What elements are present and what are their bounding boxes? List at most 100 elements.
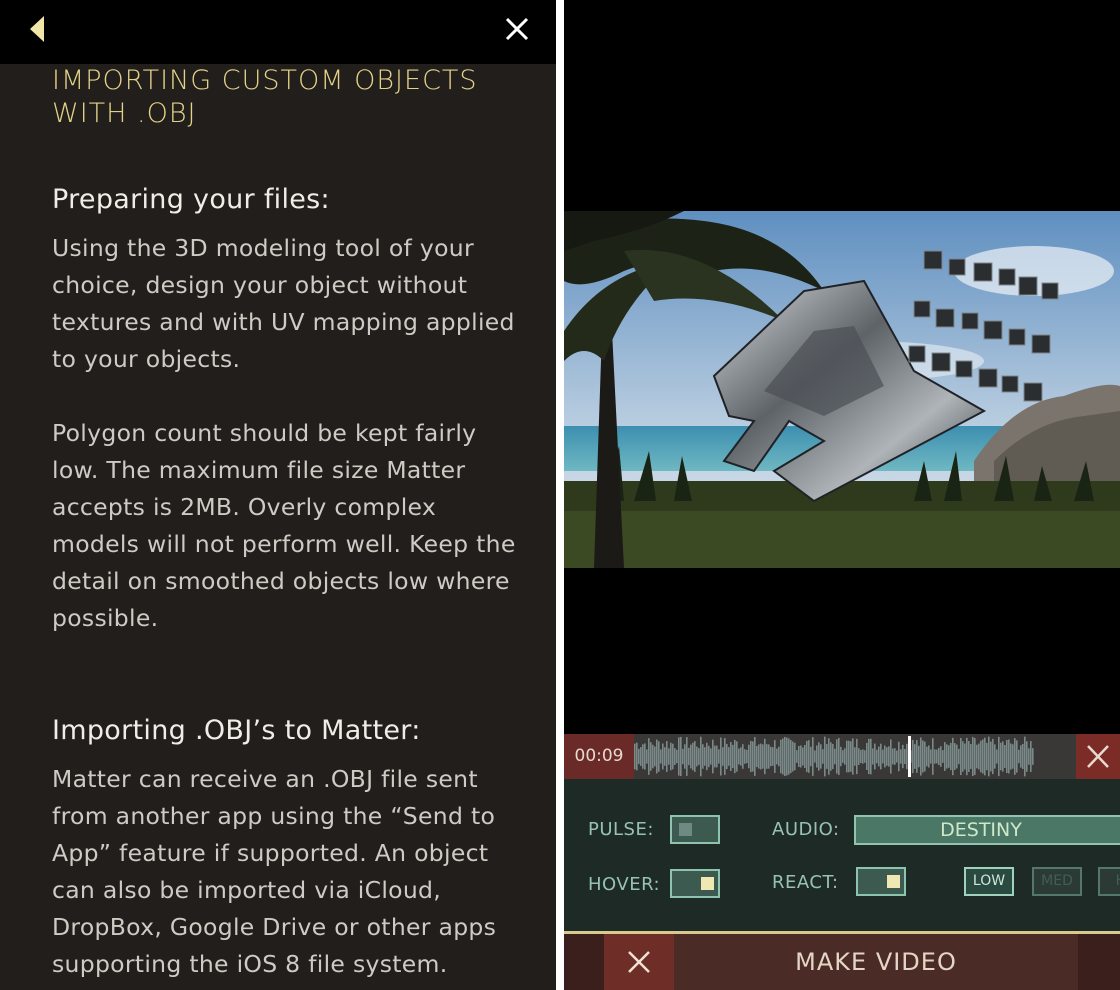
waveform-bar: [668, 748, 670, 765]
waveform-bar: [764, 738, 766, 775]
waveform-bar: [660, 749, 662, 764]
waveform-bar: [822, 749, 824, 764]
level-hi-button[interactable]: HI: [1098, 867, 1120, 896]
waveform-bar: [784, 736, 786, 777]
waveform-bar: [1016, 740, 1018, 773]
waveform-bar: [758, 744, 760, 769]
waveform-bar: [674, 748, 676, 765]
waveform-bar: [646, 749, 648, 764]
waveform-bar: [1022, 743, 1024, 770]
waveform-bar: [688, 747, 690, 766]
waveform-bar: [808, 740, 810, 773]
waveform-bar: [1000, 742, 1002, 771]
react-toggle[interactable]: [856, 867, 906, 896]
waveform-bar: [766, 744, 768, 769]
waveform-bar: [812, 737, 814, 776]
waveform-bar: [658, 741, 660, 772]
waveform-bar: [1004, 745, 1006, 768]
waveform-bar: [886, 747, 888, 766]
scene-preview[interactable]: [564, 211, 1120, 568]
waveform-bar: [706, 742, 708, 771]
audio-track-select[interactable]: DESTINY: [854, 815, 1120, 845]
back-arrow-icon[interactable]: [28, 14, 52, 44]
waveform-bar: [1014, 738, 1016, 775]
waveform-bar: [650, 742, 652, 771]
hover-label: HOVER:: [588, 874, 661, 895]
close-icon[interactable]: [502, 14, 532, 44]
cancel-close-icon[interactable]: [604, 934, 674, 990]
waveform-bar: [888, 746, 890, 767]
audio-waveform[interactable]: [634, 734, 1076, 779]
waveform-bar: [756, 745, 758, 768]
waveform-bar: [894, 748, 896, 765]
video-editor-panel: 00:09 PULSE: AUDIO: DESTINY HOVER: REACT…: [564, 0, 1120, 990]
waveform-bar: [770, 746, 772, 767]
hover-toggle[interactable]: [670, 869, 720, 898]
waveform-bar: [914, 744, 916, 769]
waveform-bar: [930, 749, 932, 764]
waveform-bar: [842, 750, 844, 763]
waveform-bar: [762, 744, 764, 769]
bottom-bar-edge: [564, 934, 604, 990]
pulse-toggle[interactable]: [670, 815, 720, 844]
waveform-bar: [1010, 743, 1012, 770]
waveform-bar: [830, 742, 832, 771]
waveform-bar: [786, 737, 788, 776]
level-med-button[interactable]: MED: [1032, 867, 1082, 896]
waveform-bar: [780, 739, 782, 774]
waveform-bar: [912, 739, 914, 774]
waveform-bar: [710, 748, 712, 765]
audio-timeline[interactable]: 00:09: [564, 734, 1120, 779]
waveform-bar: [926, 746, 928, 767]
waveform-bar: [928, 745, 930, 768]
paragraph-modeling: Using the 3D modeling tool of your choic…: [52, 234, 515, 373]
waveform-bar: [846, 740, 848, 773]
waveform-bar: [1012, 744, 1014, 769]
paragraph-importing: Matter can receive an .OBJ file sent fro…: [52, 765, 497, 978]
waveform-bar: [858, 748, 860, 765]
waveform-bar: [934, 749, 936, 764]
timeline-close-icon[interactable]: [1076, 734, 1120, 779]
waveform-bar: [804, 744, 806, 769]
waveform-bar: [732, 744, 734, 769]
waveform-bar: [816, 745, 818, 768]
make-video-button[interactable]: MAKE VIDEO: [674, 934, 1078, 990]
waveform-bar: [996, 749, 998, 764]
waveform-bar: [714, 745, 716, 768]
bottom-action-bar: MAKE VIDEO: [564, 934, 1120, 990]
playhead[interactable]: [908, 736, 911, 777]
level-low-button[interactable]: LOW: [964, 867, 1014, 896]
waveform-bar: [672, 743, 674, 770]
waveform-bar: [878, 746, 880, 767]
waveform-bar: [802, 747, 804, 766]
waveform-bar: [854, 747, 856, 766]
waveform-bar: [814, 750, 816, 763]
waveform-bar: [742, 744, 744, 769]
waveform-bar: [1024, 736, 1026, 777]
waveform-bar: [774, 740, 776, 773]
waveform-bar: [670, 742, 672, 771]
waveform-bar: [730, 742, 732, 771]
waveform-bar: [750, 740, 752, 773]
waveform-bar: [726, 743, 728, 770]
help-topbar: [0, 0, 556, 64]
waveform-bar: [948, 745, 950, 768]
pulse-label: PULSE:: [588, 819, 654, 840]
help-title: IMPORTING CUSTOM OBJECTS WITH .OBJ: [52, 65, 478, 129]
waveform-bar: [738, 748, 740, 765]
waveform-bar: [904, 748, 906, 765]
waveform-bar: [778, 746, 780, 767]
waveform-bar: [686, 737, 688, 776]
waveform-bar: [824, 736, 826, 777]
waveform-bar: [962, 741, 964, 772]
react-label: REACT:: [772, 872, 839, 893]
waveform-bar: [800, 745, 802, 768]
effect-controls: PULSE: AUDIO: DESTINY HOVER: REACT: LOW …: [564, 779, 1120, 931]
waveform-bar: [782, 738, 784, 775]
waveform-bar: [938, 747, 940, 766]
waveform-bar: [866, 742, 868, 771]
waveform-bar: [970, 744, 972, 769]
waveform-bar: [664, 747, 666, 766]
waveform-bar: [694, 741, 696, 772]
waveform-bar: [692, 742, 694, 771]
